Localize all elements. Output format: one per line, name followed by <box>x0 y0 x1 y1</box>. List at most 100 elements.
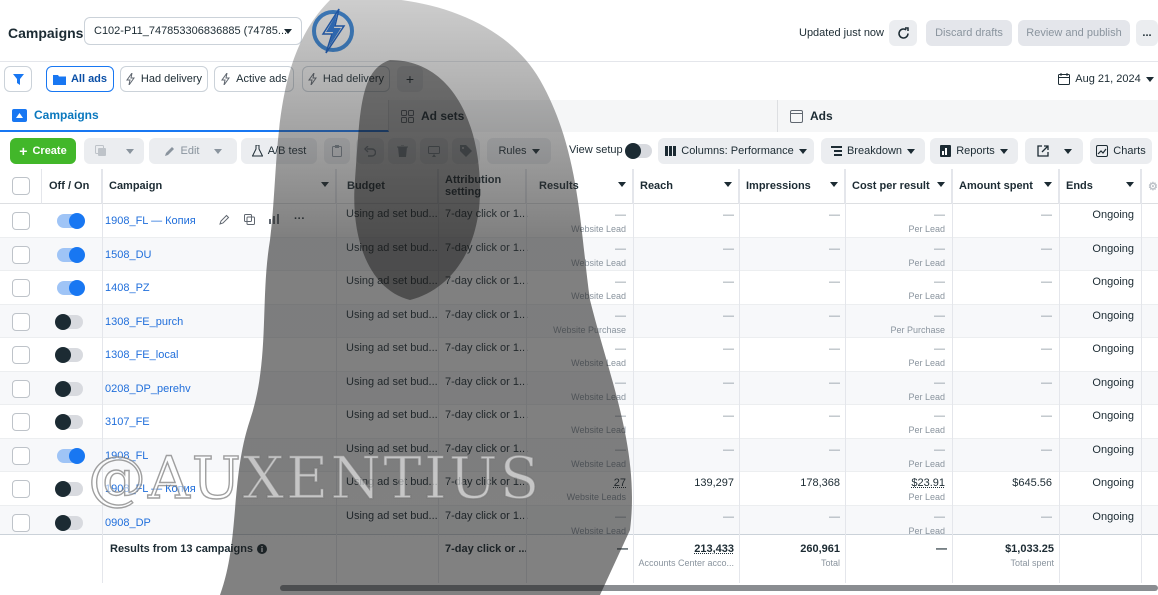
row-checkbox[interactable] <box>12 480 30 498</box>
table-row[interactable]: 3107_FE Using ad set bud... 7-day click or… <box>0 405 1158 439</box>
col-cost-per-result[interactable]: Cost per result <box>845 169 952 204</box>
table-row[interactable]: 1308_FE_purch Using ad set bud... 7-day cl… <box>0 304 1158 338</box>
campaign-toggle[interactable] <box>57 213 85 229</box>
bar-chart-icon[interactable] <box>269 214 280 224</box>
col-amount-spent[interactable]: Amount spent <box>952 169 1059 204</box>
row-checkbox[interactable] <box>12 346 30 364</box>
campaign-name-link[interactable]: 1908_FL — Копия <box>105 483 196 495</box>
toggle-knob <box>69 447 85 464</box>
campaign-name-link[interactable]: 1908_FL <box>105 450 148 462</box>
charts-button[interactable]: Charts <box>1090 138 1152 164</box>
campaign-name-link[interactable]: 1408_PZ <box>105 282 150 294</box>
col-off-on[interactable]: Off / On <box>42 169 102 204</box>
campaign-toggle[interactable] <box>55 514 83 531</box>
filter-button[interactable] <box>4 66 32 92</box>
campaign-name-link[interactable]: 0208_DP_perehv <box>105 383 191 395</box>
review-publish-button[interactable]: Review and publish <box>1018 20 1130 46</box>
tab-ad-sets[interactable]: Ad sets <box>389 100 778 132</box>
toggle-knob <box>69 246 85 263</box>
tab-campaigns[interactable]: Campaigns <box>0 100 389 132</box>
row-checkbox[interactable] <box>12 446 30 465</box>
row-checkbox[interactable] <box>12 245 30 264</box>
col-reach[interactable]: Reach <box>633 169 739 204</box>
account-select[interactable]: C102-P11_747853306836885 (74785... <box>84 17 302 45</box>
table-row[interactable]: 1908_FL Using ad set bud... 7-day click or… <box>0 438 1158 472</box>
campaign-name-link[interactable]: 1508_DU <box>105 249 151 261</box>
col-settings[interactable]: ⚙ <box>1141 169 1158 204</box>
more-dots-icon[interactable]: ··· <box>294 213 305 225</box>
horizontal-scrollbar-thumb[interactable] <box>280 585 1158 591</box>
campaign-name-link[interactable]: 1308_FE_purch <box>105 316 183 328</box>
footer-reach: 213,433 <box>694 543 734 555</box>
caret-down-icon <box>284 29 292 34</box>
table-row[interactable]: 1308_FE_local Using ad set bud... 7-day cl… <box>0 338 1158 372</box>
table-row[interactable]: 1408_PZ Using ad set bud... 7-day click or… <box>0 271 1158 305</box>
campaign-toggle[interactable] <box>55 380 83 397</box>
date-picker[interactable]: Aug 21, 2024 <box>1056 66 1156 92</box>
edit-button[interactable]: Edit <box>149 138 237 164</box>
table-row[interactable]: 0208_DP_perehv Using ad set bud... 7-day c… <box>0 371 1158 405</box>
tag-button[interactable] <box>452 138 480 164</box>
campaign-toggle[interactable] <box>55 481 83 497</box>
refresh-button[interactable] <box>889 20 917 46</box>
footer-reach-sub: Accounts Center acco... <box>638 558 734 568</box>
clipboard-button[interactable] <box>324 138 350 164</box>
table-row[interactable]: 1908_FL — Копия Using ad set bud... 7-day … <box>0 472 1158 506</box>
campaign-name-link[interactable]: 1308_FE_local <box>105 349 178 361</box>
view-setup-toggle[interactable] <box>625 143 652 159</box>
campaign-name-link[interactable]: 3107_FE <box>105 416 150 428</box>
breakdown-button[interactable]: Breakdown <box>821 138 925 164</box>
filter-had-delivery-2[interactable]: Had delivery <box>302 66 390 92</box>
campaign-toggle[interactable] <box>55 414 83 430</box>
col-ends[interactable]: Ends <box>1059 169 1141 204</box>
campaign-toggle[interactable] <box>57 246 85 263</box>
table-row[interactable]: 1908_FL — Копия ··· Using ad set bud... 7-d… <box>0 204 1158 238</box>
discard-drafts-button[interactable]: Discard drafts <box>926 20 1012 46</box>
toggle-knob <box>55 481 71 497</box>
budget-cell: Using ad set bud... <box>346 442 438 455</box>
filter-all-ads[interactable]: All ads <box>46 66 114 92</box>
tab-ads[interactable]: Ads <box>778 100 1158 132</box>
delete-button[interactable] <box>388 138 416 164</box>
campaign-toggle[interactable] <box>55 313 83 330</box>
duplicate-icon[interactable] <box>244 213 255 225</box>
filter-all-ads-label: All ads <box>70 73 108 85</box>
row-checkbox[interactable] <box>12 379 30 398</box>
row-checkbox[interactable] <box>12 279 30 297</box>
info-icon[interactable] <box>257 544 268 554</box>
col-results[interactable]: Results <box>526 169 633 204</box>
cost-per-result-sub: Per Lead <box>908 492 945 502</box>
add-filter-button[interactable]: + <box>397 66 423 92</box>
row-checkbox[interactable] <box>12 212 30 230</box>
col-campaign[interactable]: Campaign <box>102 169 336 204</box>
duplicate-menu-button[interactable] <box>84 138 144 164</box>
rules-button[interactable]: Rules <box>487 138 551 164</box>
campaign-toggle[interactable] <box>57 280 85 296</box>
table-row[interactable]: 1508_DU Using ad set bud... 7-day click or… <box>0 237 1158 271</box>
columns-button[interactable]: Columns: Performance <box>658 138 814 164</box>
preview-icon <box>428 145 440 157</box>
export-button[interactable] <box>1025 138 1083 164</box>
attribution-cell: 7-day click or 1... <box>445 442 529 455</box>
row-checkbox[interactable] <box>12 312 30 331</box>
preview-button[interactable] <box>420 138 448 164</box>
col-budget[interactable]: Budget <box>336 169 438 204</box>
select-all-checkbox[interactable] <box>12 177 30 195</box>
edit-pencil-icon[interactable] <box>219 214 230 225</box>
col-attribution[interactable]: Attribution setting <box>438 169 526 204</box>
reports-button[interactable]: Reports <box>930 138 1018 164</box>
campaign-toggle[interactable] <box>57 447 85 464</box>
filter-active-ads[interactable]: Active ads <box>214 66 294 92</box>
row-checkbox[interactable] <box>12 513 30 532</box>
calendar-icon <box>1058 73 1071 85</box>
campaign-name-link[interactable]: 0908_DP <box>105 517 151 529</box>
row-checkbox[interactable] <box>12 413 30 431</box>
undo-button[interactable] <box>356 138 384 164</box>
campaign-name-link[interactable]: 1908_FL — Копия <box>105 215 196 227</box>
filter-had-delivery[interactable]: Had delivery <box>120 66 208 92</box>
campaign-toggle[interactable] <box>55 347 83 363</box>
col-impressions[interactable]: Impressions <box>739 169 845 204</box>
ab-test-button[interactable]: A/B test <box>241 138 317 164</box>
create-button[interactable]: + Create <box>10 138 76 164</box>
more-button[interactable]: ... <box>1136 20 1158 46</box>
